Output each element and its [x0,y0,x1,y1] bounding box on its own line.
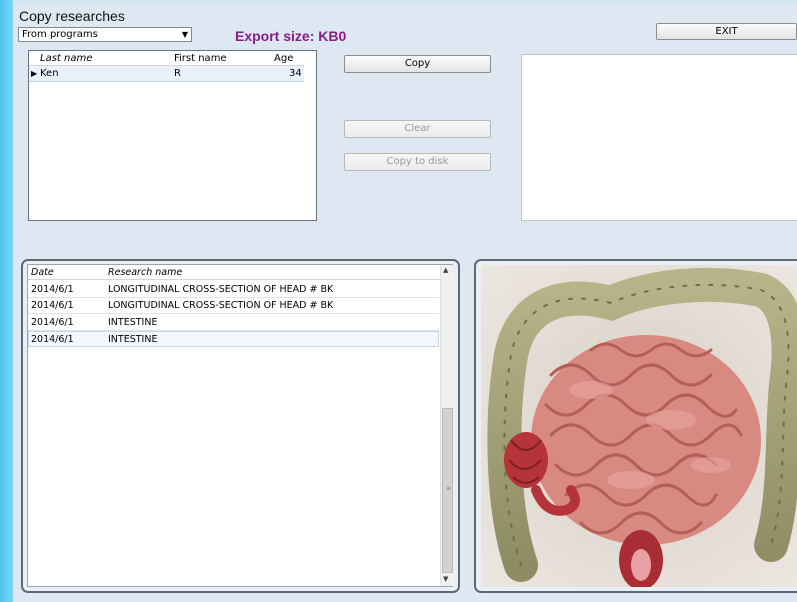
window-title: Copy researches [19,8,125,24]
source-select[interactable]: From programs ▼ [18,27,192,42]
intestine-illustration [481,265,797,587]
window-left-edge [0,0,13,602]
column-header-last-name[interactable]: Last name [40,51,92,66]
research-date: 2014/6/1 [31,317,74,328]
top-strip [13,0,797,6]
clear-button[interactable]: Clear [344,120,491,138]
research-table: Date Research name 2014/6/1 LONGITUDINAL… [27,264,453,587]
export-size-label: Export size: [235,28,315,44]
source-select-value: From programs [22,29,98,40]
patient-first-name: R [174,68,181,79]
grip-icon: ≡ [446,485,452,492]
research-name: INTESTINE [108,317,158,328]
scrollbar-thumb[interactable]: ≡ [442,408,453,573]
table-row-selected[interactable]: 2014/6/1 INTESTINE [28,331,439,347]
table-row[interactable]: ▶ Ken R 34 [29,66,304,82]
row-pointer-icon: ▶ [31,69,38,78]
exit-button[interactable]: EXIT [656,23,797,40]
scroll-down-icon[interactable]: ▼ [443,575,448,583]
export-size: Export size: KB0 [235,28,346,44]
research-date: 2014/6/1 [31,284,74,295]
table-row[interactable]: 2014/6/1 LONGITUDINAL CROSS-SECTION OF H… [28,298,439,314]
research-name: INTESTINE [108,334,158,345]
patient-table: Last name First name Age ▶ Ken R 34 [28,50,317,221]
research-name: LONGITUDINAL CROSS-SECTION OF HEAD # BK [108,284,334,295]
table-row[interactable]: 2014/6/1 LONGITUDINAL CROSS-SECTION OF H… [28,282,439,298]
column-header-age[interactable]: Age [274,51,293,66]
copy-to-disk-button[interactable]: Copy to disk [344,153,491,171]
research-table-header: Date Research name [28,265,440,280]
column-header-first-name[interactable]: First name [174,51,227,66]
research-date: 2014/6/1 [31,300,74,311]
intestine-image [481,265,797,587]
vertical-scrollbar[interactable]: ▲ ≡ ▼ [440,265,453,586]
patient-age: 34 [289,68,302,79]
table-row[interactable]: 2014/6/1 INTESTINE [28,315,439,331]
patient-last-name: Ken [40,68,59,79]
preview-pane [521,54,797,221]
export-size-value: KB0 [318,28,347,44]
research-name: LONGITUDINAL CROSS-SECTION OF HEAD # BK [108,300,334,311]
column-header-research-name[interactable]: Research name [108,265,182,280]
patient-table-header: Last name First name Age [29,51,304,66]
column-header-date[interactable]: Date [31,265,54,280]
research-date: 2014/6/1 [31,334,74,345]
chevron-down-icon[interactable]: ▼ [182,28,188,41]
scroll-up-icon[interactable]: ▲ [443,266,448,274]
copy-button[interactable]: Copy [344,55,491,73]
